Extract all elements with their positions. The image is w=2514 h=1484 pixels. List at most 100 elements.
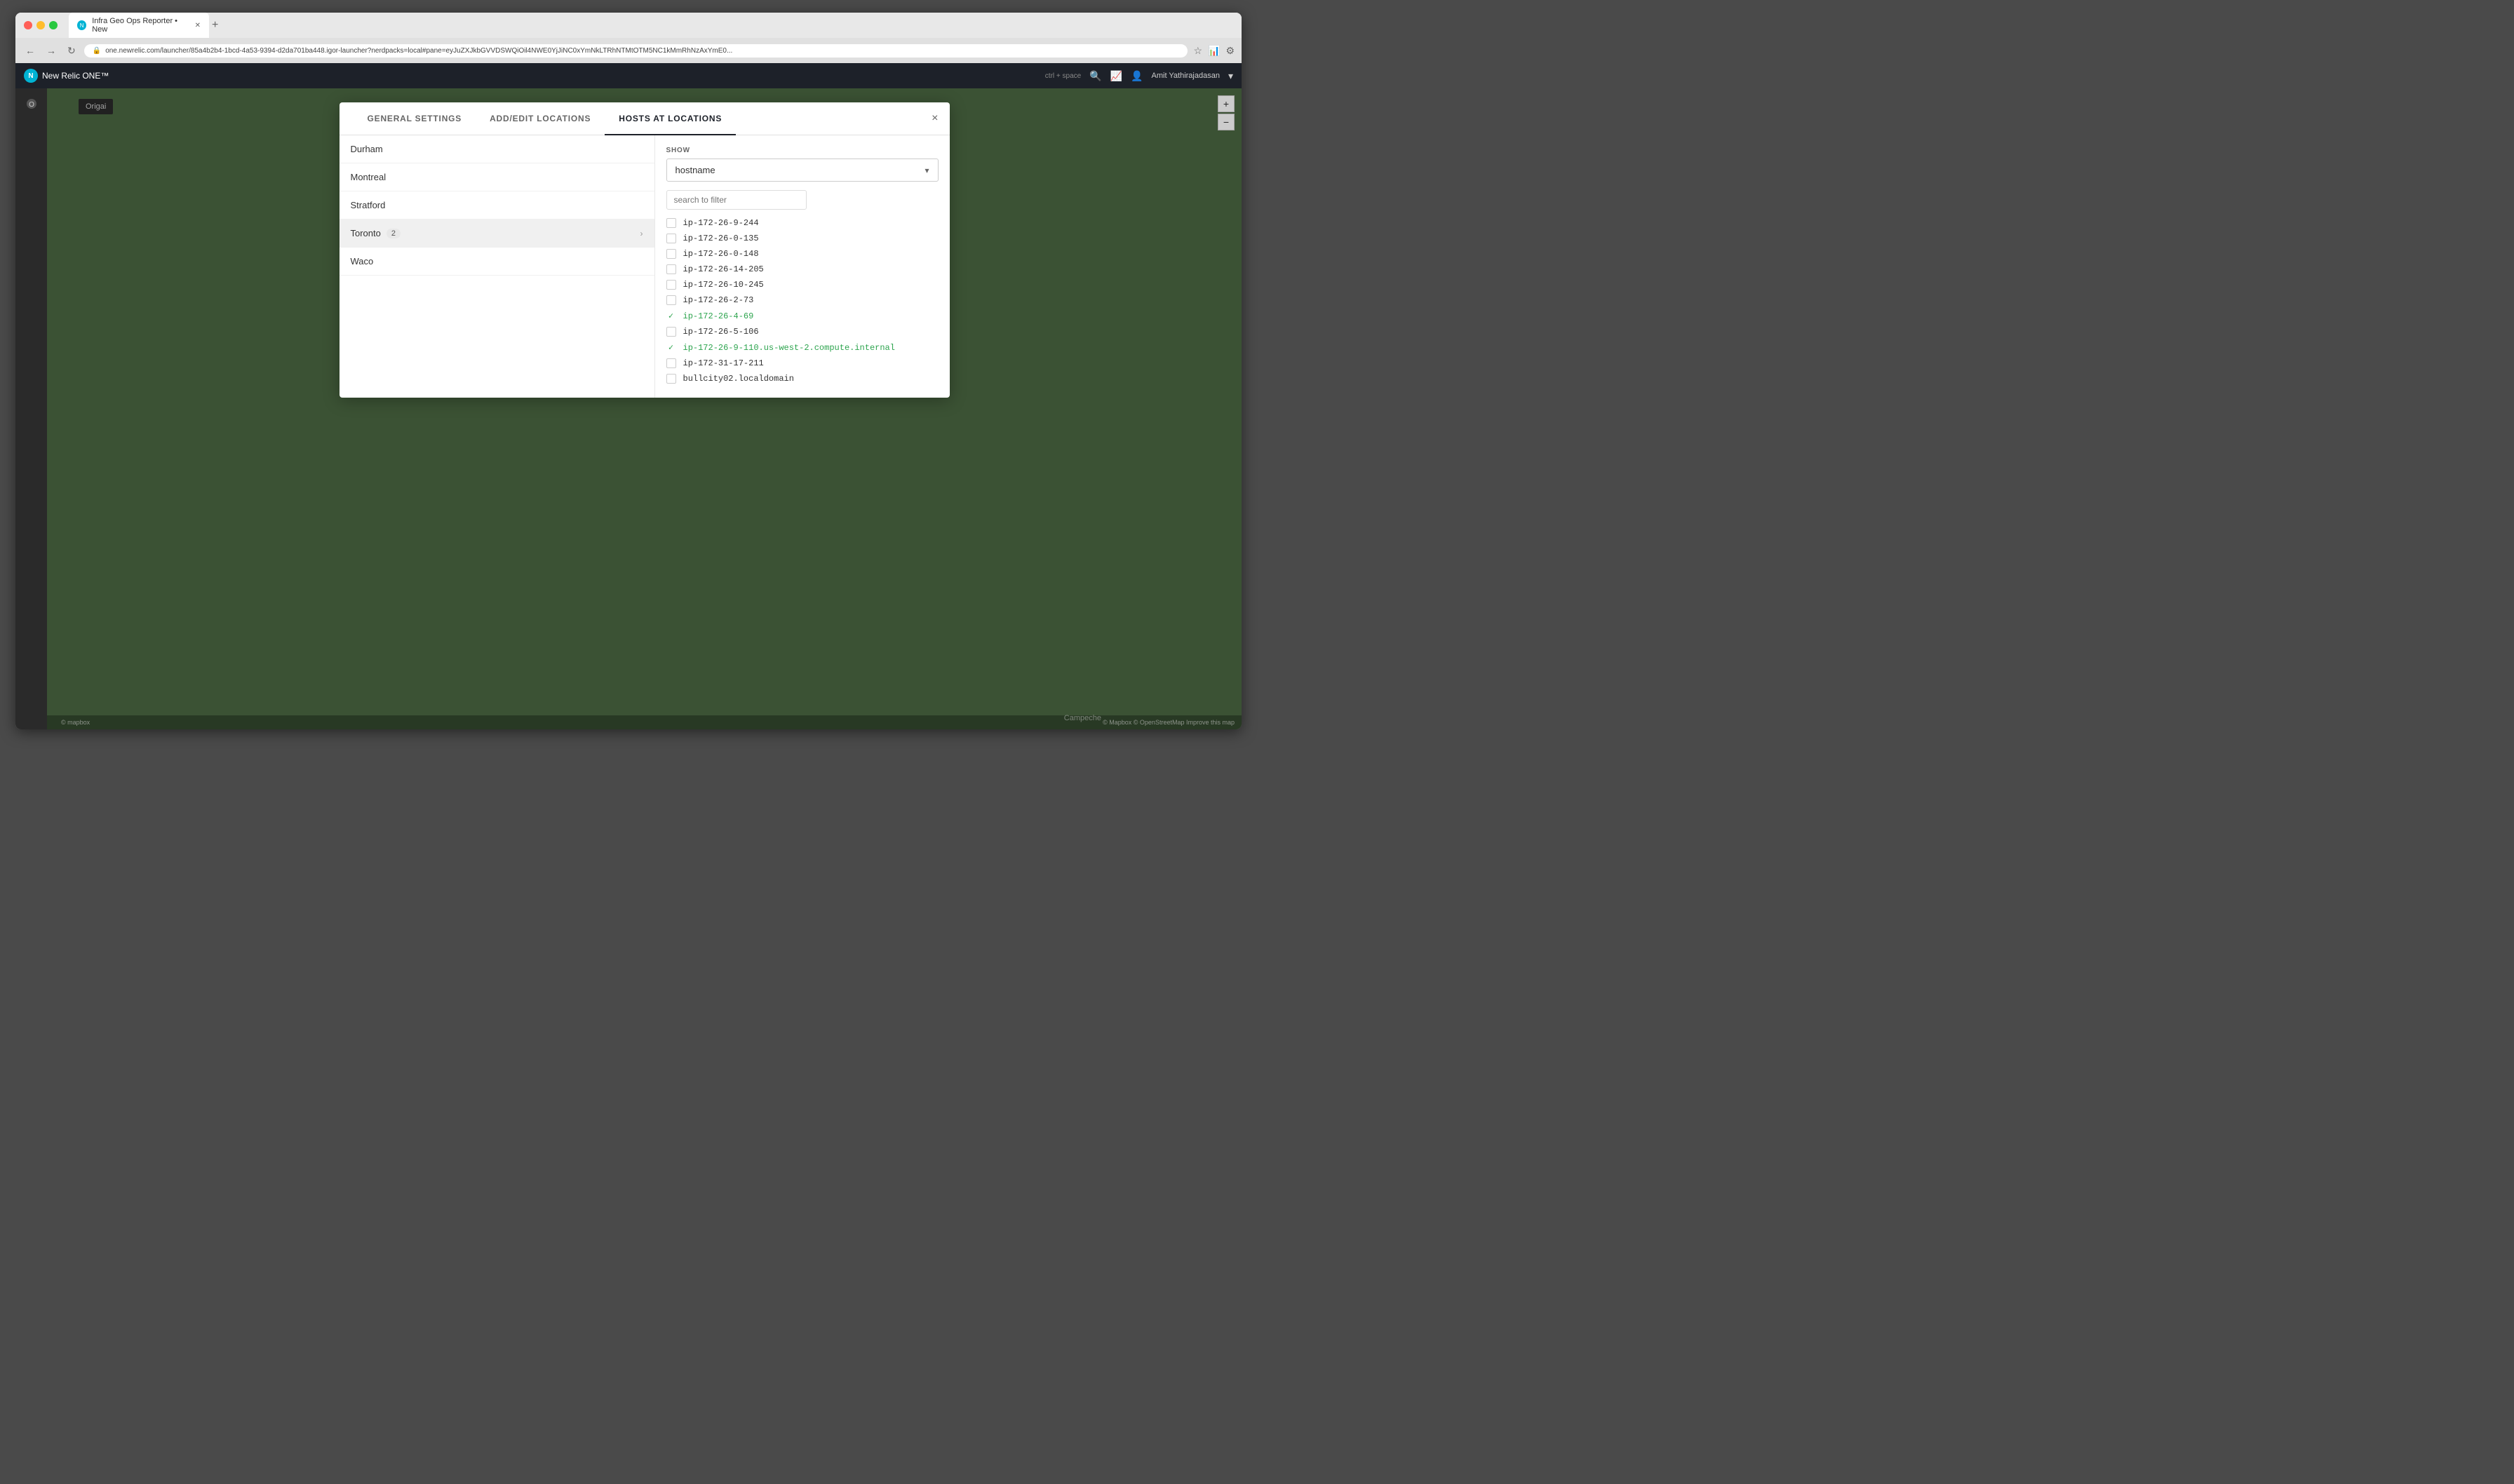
keyboard-shortcut: ctrl + space (1045, 72, 1081, 80)
map-background: Origai + − © mapbox © Mapbox © OpenStree… (47, 88, 1242, 729)
browser-tab-active[interactable]: N Infra Geo Ops Reporter • New ✕ (69, 13, 209, 38)
location-name-toronto: Toronto (351, 228, 381, 238)
host-checkbox-7[interactable] (666, 327, 676, 337)
host-item-0: ip-172-26-9-244 (666, 215, 939, 231)
host-checkbox-9[interactable] (666, 358, 676, 368)
minimize-traffic-light[interactable] (36, 21, 45, 29)
new-tab-button[interactable]: + (212, 19, 218, 32)
location-name-stratford: Stratford (351, 200, 386, 210)
location-name-durham: Durham (351, 144, 383, 154)
host-search-input[interactable] (666, 190, 807, 210)
user-avatar[interactable]: 👤 (1131, 70, 1143, 82)
host-checkbox-5[interactable] (666, 295, 676, 305)
host-name-5: ip-172-26-2-73 (683, 295, 754, 305)
user-name: Amit Yathirajadasan (1152, 72, 1220, 80)
modal-close-button[interactable]: × (932, 112, 938, 125)
locations-panel: Durham Montreal Stratford Toronto (340, 135, 655, 398)
location-item-toronto[interactable]: Toronto 2 › (340, 220, 654, 248)
nr-toolbar: N New Relic ONE™ ctrl + space 🔍 📈 👤 Amit… (15, 63, 1242, 88)
host-name-2: ip-172-26-0-148 (683, 249, 759, 259)
nr-logo-icon: N (24, 69, 38, 83)
host-list: ip-172-26-9-244 ip-172-26-0-135 ip-172-2… (666, 215, 939, 386)
host-item-4: ip-172-26-10-245 (666, 277, 939, 292)
dropdown-chevron-icon: ▾ (925, 166, 929, 175)
modal-body: Durham Montreal Stratford Toronto (340, 135, 950, 398)
content-area: O Origai + − © mapbox © Mapbox © OpenStr… (15, 88, 1242, 729)
tab-favicon: N (77, 20, 86, 30)
host-name-0: ip-172-26-9-244 (683, 218, 759, 228)
host-name-6: ip-172-26-4-69 (683, 311, 754, 321)
bookmark-icon[interactable]: ☆ (1193, 45, 1202, 57)
host-name-8: ip-172-26-9-110.us-west-2.compute.intern… (683, 343, 895, 353)
host-name-1: ip-172-26-0-135 (683, 234, 759, 243)
host-item-6: ✓ ip-172-26-4-69 (666, 308, 939, 324)
traffic-lights (24, 21, 58, 29)
nr-right-toolbar: ctrl + space 🔍 📈 👤 Amit Yathirajadasan ▾ (1045, 70, 1233, 82)
tab-close-button[interactable]: ✕ (195, 22, 201, 29)
host-checkbox-1[interactable] (666, 234, 676, 243)
reload-button[interactable]: ↻ (65, 43, 79, 58)
analytics-icon[interactable]: 📈 (1110, 70, 1122, 82)
host-checkbox-0[interactable] (666, 218, 676, 228)
location-item-durham[interactable]: Durham (340, 135, 654, 163)
modal-tab-bar: GENERAL SETTINGS ADD/EDIT LOCATIONS HOST… (340, 102, 950, 135)
host-name-7: ip-172-26-5-106 (683, 327, 759, 337)
show-label: SHOW (666, 147, 939, 154)
nr-logo: N New Relic ONE™ (24, 69, 109, 83)
settings-modal: GENERAL SETTINGS ADD/EDIT LOCATIONS HOST… (340, 102, 950, 398)
host-name-3: ip-172-26-14-205 (683, 264, 764, 274)
host-checkbox-10[interactable] (666, 374, 676, 384)
close-traffic-light[interactable] (24, 21, 32, 29)
location-name-waco: Waco (351, 256, 374, 267)
url-field[interactable]: 🔒 one.newrelic.com/launcher/85a4b2b4-1bc… (84, 44, 1188, 58)
user-menu-chevron[interactable]: ▾ (1228, 70, 1233, 82)
location-name-montreal: Montreal (351, 172, 386, 182)
fullscreen-traffic-light[interactable] (49, 21, 58, 29)
tab-general-settings[interactable]: GENERAL SETTINGS (354, 102, 476, 135)
location-item-waco[interactable]: Waco (340, 248, 654, 276)
location-chevron-toronto: › (640, 229, 643, 238)
host-item-5: ip-172-26-2-73 (666, 292, 939, 308)
host-name-10: bullcity02.localdomain (683, 374, 794, 384)
dropdown-value: hostname (675, 165, 715, 175)
address-icons: ☆ 📊 ⚙ (1193, 45, 1235, 57)
host-check-icon-6: ✓ (666, 311, 676, 321)
lock-icon: 🔒 (93, 47, 101, 55)
back-button[interactable]: ← (22, 43, 38, 58)
chart-icon[interactable]: 📊 (1208, 45, 1220, 57)
hosts-panel: SHOW hostname ▾ ip-172-26-9-244 (655, 135, 950, 398)
extensions-icon[interactable]: ⚙ (1225, 45, 1235, 57)
host-item-1: ip-172-26-0-135 (666, 231, 939, 246)
host-item-3: ip-172-26-14-205 (666, 262, 939, 277)
host-item-9: ip-172-31-17-211 (666, 356, 939, 371)
title-bar: N Infra Geo Ops Reporter • New ✕ + (15, 13, 1242, 38)
browser-window: N Infra Geo Ops Reporter • New ✕ + ← → ↻… (15, 13, 1242, 729)
host-item-2: ip-172-26-0-148 (666, 246, 939, 262)
show-dropdown[interactable]: hostname ▾ (666, 158, 939, 182)
host-checkbox-3[interactable] (666, 264, 676, 274)
tab-add-edit-locations[interactable]: ADD/EDIT LOCATIONS (476, 102, 605, 135)
sidebar-icon-origami[interactable]: O (23, 95, 40, 112)
host-item-7: ip-172-26-5-106 (666, 324, 939, 339)
host-item-10: bullcity02.localdomain (666, 371, 939, 386)
tab-bar: N Infra Geo Ops Reporter • New ✕ + (69, 13, 1233, 38)
modal-overlay: GENERAL SETTINGS ADD/EDIT LOCATIONS HOST… (47, 88, 1242, 729)
search-icon[interactable]: 🔍 (1089, 70, 1101, 82)
toronto-host-count: 2 (386, 229, 401, 238)
tab-hosts-at-locations[interactable]: HOSTS AT LOCATIONS (605, 102, 736, 135)
host-name-4: ip-172-26-10-245 (683, 280, 764, 290)
host-checkbox-4[interactable] (666, 280, 676, 290)
tab-title: Infra Geo Ops Reporter • New (92, 17, 189, 34)
url-text: one.newrelic.com/launcher/85a4b2b4-1bcd-… (105, 47, 732, 55)
forward-button[interactable]: → (43, 43, 59, 58)
address-bar: ← → ↻ 🔒 one.newrelic.com/launcher/85a4b2… (15, 38, 1242, 63)
location-item-montreal[interactable]: Montreal (340, 163, 654, 191)
svg-text:O: O (29, 101, 34, 109)
location-item-stratford[interactable]: Stratford (340, 191, 654, 220)
host-item-8: ✓ ip-172-26-9-110.us-west-2.compute.inte… (666, 339, 939, 356)
host-check-icon-8: ✓ (666, 342, 676, 353)
nr-logo-text: New Relic ONE™ (42, 71, 109, 81)
host-checkbox-2[interactable] (666, 249, 676, 259)
host-name-9: ip-172-31-17-211 (683, 358, 764, 368)
sidebar-strip: O (15, 88, 47, 729)
